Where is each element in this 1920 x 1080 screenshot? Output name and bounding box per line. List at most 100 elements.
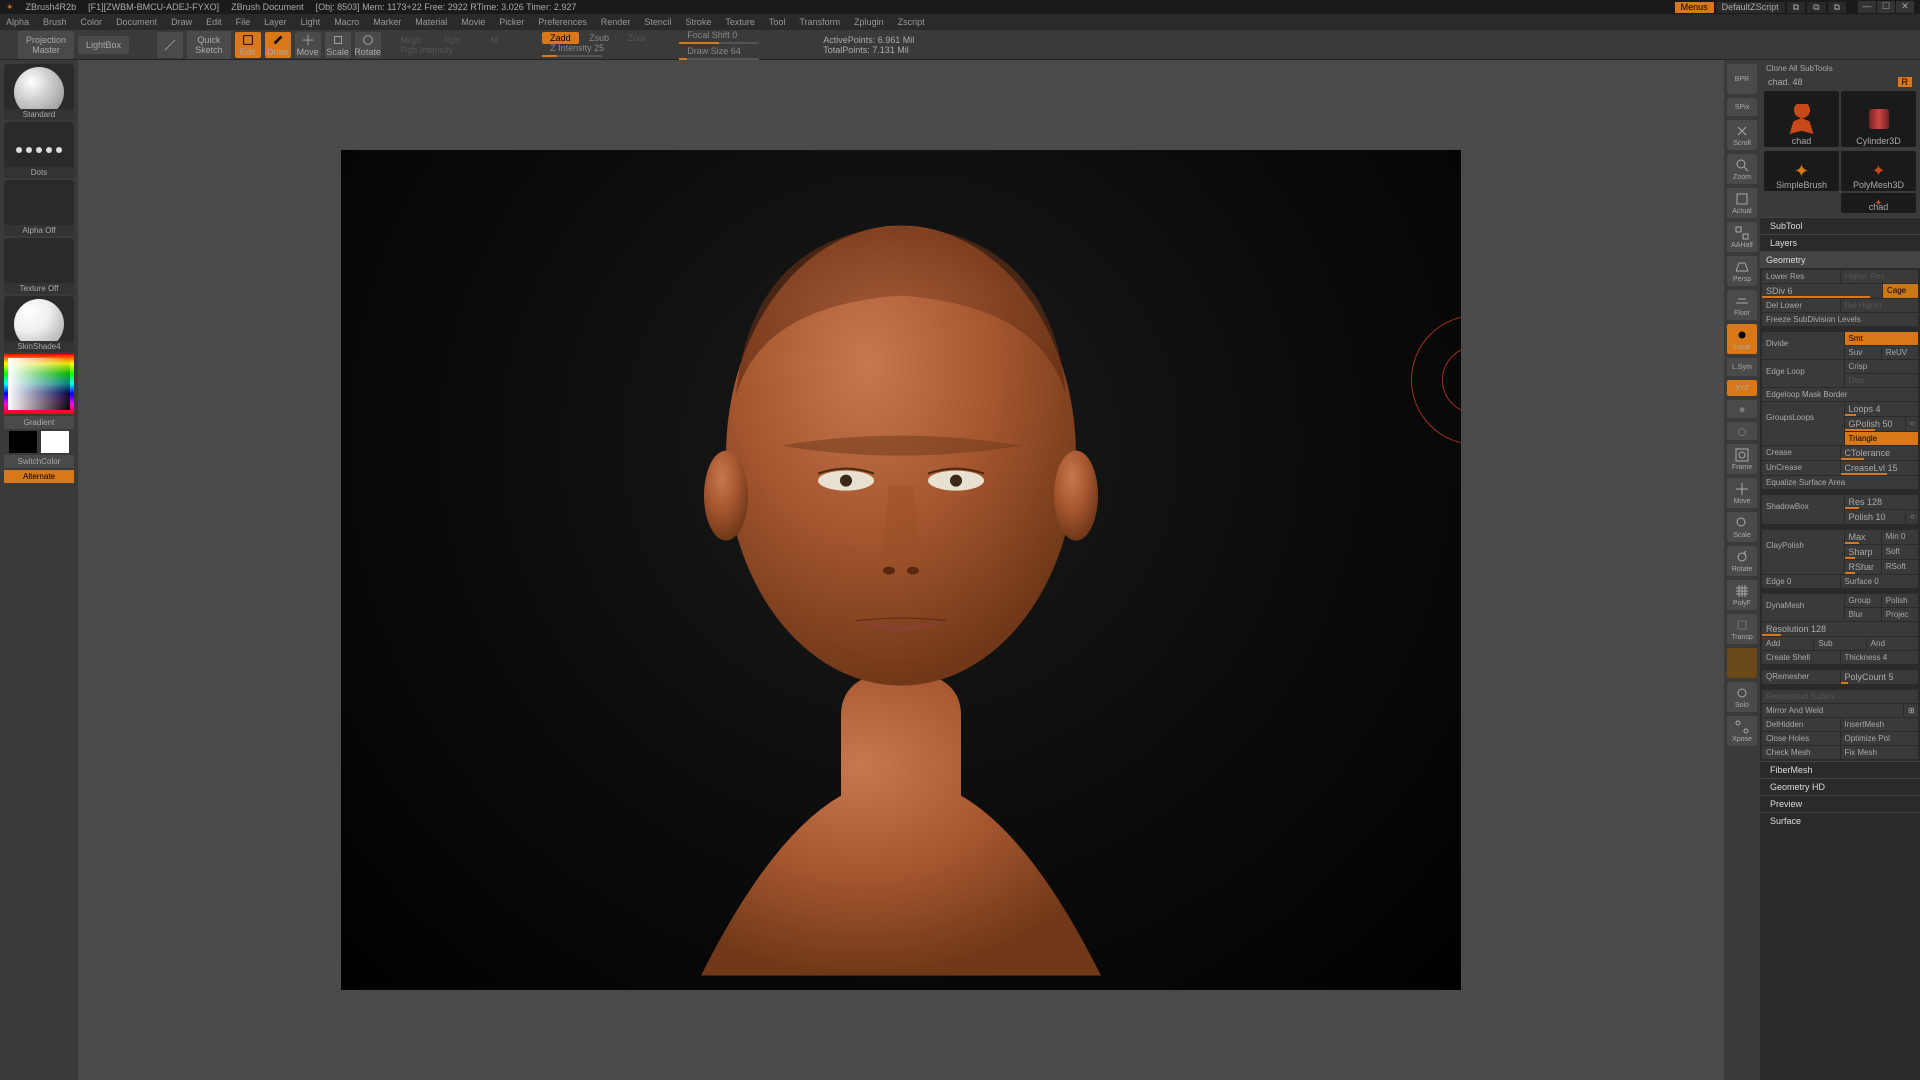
- xpose-button[interactable]: Xpose: [1727, 716, 1757, 746]
- default-zscript[interactable]: DefaultZScript: [1716, 2, 1785, 13]
- floor-button[interactable]: Floor: [1727, 290, 1757, 320]
- crease-btn[interactable]: Crease: [1762, 446, 1840, 460]
- menu-layer[interactable]: Layer: [264, 17, 287, 27]
- polish-btn[interactable]: Polish: [1882, 594, 1918, 607]
- edit-button[interactable]: Edit: [235, 32, 261, 58]
- max-slider[interactable]: Max: [1845, 530, 1881, 544]
- polyf-button[interactable]: PolyF: [1727, 580, 1757, 610]
- res128-slider[interactable]: Res 128: [1845, 495, 1919, 509]
- menu-zscript[interactable]: Zscript: [898, 17, 925, 27]
- r-btn[interactable]: R: [1898, 77, 1913, 87]
- menu-movie[interactable]: Movie: [461, 17, 485, 27]
- surface0-slider[interactable]: Surface 0: [1841, 575, 1919, 588]
- crisp-btn[interactable]: Crisp: [1845, 360, 1919, 373]
- swatch-secondary[interactable]: [9, 431, 37, 453]
- menu-alpha[interactable]: Alpha: [6, 17, 29, 27]
- polish-slider[interactable]: Polish 10: [1845, 510, 1906, 524]
- reuv-btn[interactable]: ReUV: [1882, 346, 1918, 359]
- gradient-btn[interactable]: Gradient: [4, 416, 74, 429]
- delhidden-btn[interactable]: DelHidden: [1762, 718, 1840, 731]
- project-btn[interactable]: Projec: [1882, 608, 1918, 621]
- geometry-section[interactable]: Geometry: [1760, 251, 1920, 268]
- gpolish-slider[interactable]: GPolish 50: [1845, 417, 1906, 431]
- menu-macro[interactable]: Macro: [334, 17, 359, 27]
- sdiv-slider[interactable]: SDiv 6: [1762, 284, 1882, 298]
- aahalf-button[interactable]: AAHalf: [1727, 222, 1757, 252]
- uncrease-btn[interactable]: UnCrease: [1762, 461, 1840, 475]
- quicksketch-button[interactable]: Quick Sketch: [187, 31, 231, 59]
- preview-section[interactable]: Preview: [1760, 795, 1920, 812]
- tool-slot-cylinder[interactable]: Cylinder3D: [1841, 91, 1916, 147]
- menus-btn[interactable]: Menus: [1675, 2, 1714, 13]
- lightbox-button[interactable]: LightBox: [78, 36, 129, 54]
- triangle-btn[interactable]: Triangle: [1845, 432, 1919, 446]
- ghost-button[interactable]: [1727, 648, 1757, 678]
- higher-res-btn[interactable]: Higher Res: [1841, 270, 1919, 283]
- swatch-primary[interactable]: [41, 431, 69, 453]
- equalize-surface-btn[interactable]: Equalize Surface Area: [1762, 476, 1918, 489]
- menu-light[interactable]: Light: [301, 17, 321, 27]
- zadd-button[interactable]: Zadd: [542, 32, 579, 44]
- ctolerance-slider[interactable]: CTolerance: [1841, 446, 1919, 460]
- brush-picker[interactable]: Standard: [4, 64, 74, 120]
- edgemask-btn[interactable]: Edgeloop Mask Border: [1762, 388, 1918, 401]
- menu-draw[interactable]: Draw: [171, 17, 192, 27]
- viewport[interactable]: [341, 150, 1461, 990]
- menu-marker[interactable]: Marker: [373, 17, 401, 27]
- material-picker[interactable]: SkinShade4: [4, 296, 74, 352]
- subtool-section[interactable]: SubTool: [1760, 217, 1920, 234]
- and-btn[interactable]: And: [1867, 637, 1918, 650]
- thickness-slider[interactable]: Thickness 4: [1841, 651, 1919, 664]
- minimize-icon[interactable]: —: [1858, 1, 1876, 13]
- persp-button[interactable]: Persp: [1727, 256, 1757, 286]
- resolution-slider[interactable]: Resolution 128: [1762, 622, 1918, 636]
- qremesher-btn[interactable]: QRemesher: [1762, 670, 1840, 684]
- draw-button[interactable]: Draw: [265, 32, 291, 58]
- rsoft-slider[interactable]: RSoft: [1882, 560, 1918, 574]
- lasso-button[interactable]: ◯: [1727, 422, 1757, 440]
- transp-button[interactable]: Transp: [1727, 614, 1757, 644]
- sub-btn[interactable]: Sub: [1814, 637, 1865, 650]
- menu-tool[interactable]: Tool: [769, 17, 786, 27]
- group-btn[interactable]: Group: [1845, 594, 1881, 607]
- geometryhd-section[interactable]: Geometry HD: [1760, 778, 1920, 795]
- smt-btn[interactable]: Smt: [1845, 332, 1919, 345]
- spix-slider[interactable]: SPix: [1727, 98, 1757, 116]
- optimize-btn[interactable]: Optimize Pol: [1841, 732, 1919, 745]
- cage-btn[interactable]: Cage: [1883, 284, 1918, 298]
- alpha-picker[interactable]: Alpha Off: [4, 180, 74, 236]
- menu-transform[interactable]: Transform: [799, 17, 840, 27]
- focal-shift-slider[interactable]: Focal Shift 0: [687, 30, 759, 40]
- dock-icon[interactable]: ⧉: [1787, 2, 1805, 13]
- menu-render[interactable]: Render: [601, 17, 631, 27]
- clone-subtools-btn[interactable]: Clone All SubTools: [1762, 62, 1918, 75]
- scroll-button[interactable]: Scroll: [1727, 120, 1757, 150]
- solo-button[interactable]: Solo: [1727, 682, 1757, 712]
- del-lower-btn[interactable]: Del Lower: [1762, 299, 1840, 312]
- freeze-subdiv-btn[interactable]: Freeze SubDivision Levels: [1762, 313, 1918, 326]
- blur-slider[interactable]: Blur: [1845, 608, 1881, 621]
- local-button[interactable]: Local: [1727, 324, 1757, 354]
- menu-stroke[interactable]: Stroke: [685, 17, 711, 27]
- lsym-button[interactable]: L.Sym: [1727, 358, 1757, 376]
- polycount-slider[interactable]: PolyCount 5: [1841, 670, 1919, 684]
- scale-button[interactable]: Scale: [325, 32, 351, 58]
- zcut-button[interactable]: Zcut: [628, 33, 646, 43]
- move-button[interactable]: Move: [295, 32, 321, 58]
- bpr-button[interactable]: BPR: [1727, 64, 1757, 94]
- menu-brush[interactable]: Brush: [43, 17, 67, 27]
- canvas-area[interactable]: [78, 60, 1724, 1080]
- shadowbox-btn[interactable]: ShadowBox: [1762, 495, 1844, 524]
- add-btn[interactable]: Add: [1762, 637, 1813, 650]
- fixmesh-btn[interactable]: Fix Mesh: [1841, 746, 1919, 759]
- menu-material[interactable]: Material: [415, 17, 447, 27]
- projection-master-button[interactable]: Projection Master: [18, 31, 74, 59]
- disp-btn[interactable]: Disp: [1845, 374, 1919, 387]
- lower-res-btn[interactable]: Lower Res: [1762, 270, 1840, 283]
- switchcolor-btn[interactable]: SwitchColor: [4, 455, 74, 468]
- tool-slot-simplebrush[interactable]: ✦SimpleBrush: [1764, 151, 1839, 191]
- close-icon[interactable]: ✕: [1896, 1, 1914, 13]
- tool-slot-polymesh[interactable]: ✦PolyMesh3D: [1841, 151, 1916, 191]
- closeholes-btn[interactable]: Close Holes: [1762, 732, 1840, 745]
- create-shell-btn[interactable]: Create Shell: [1762, 651, 1840, 664]
